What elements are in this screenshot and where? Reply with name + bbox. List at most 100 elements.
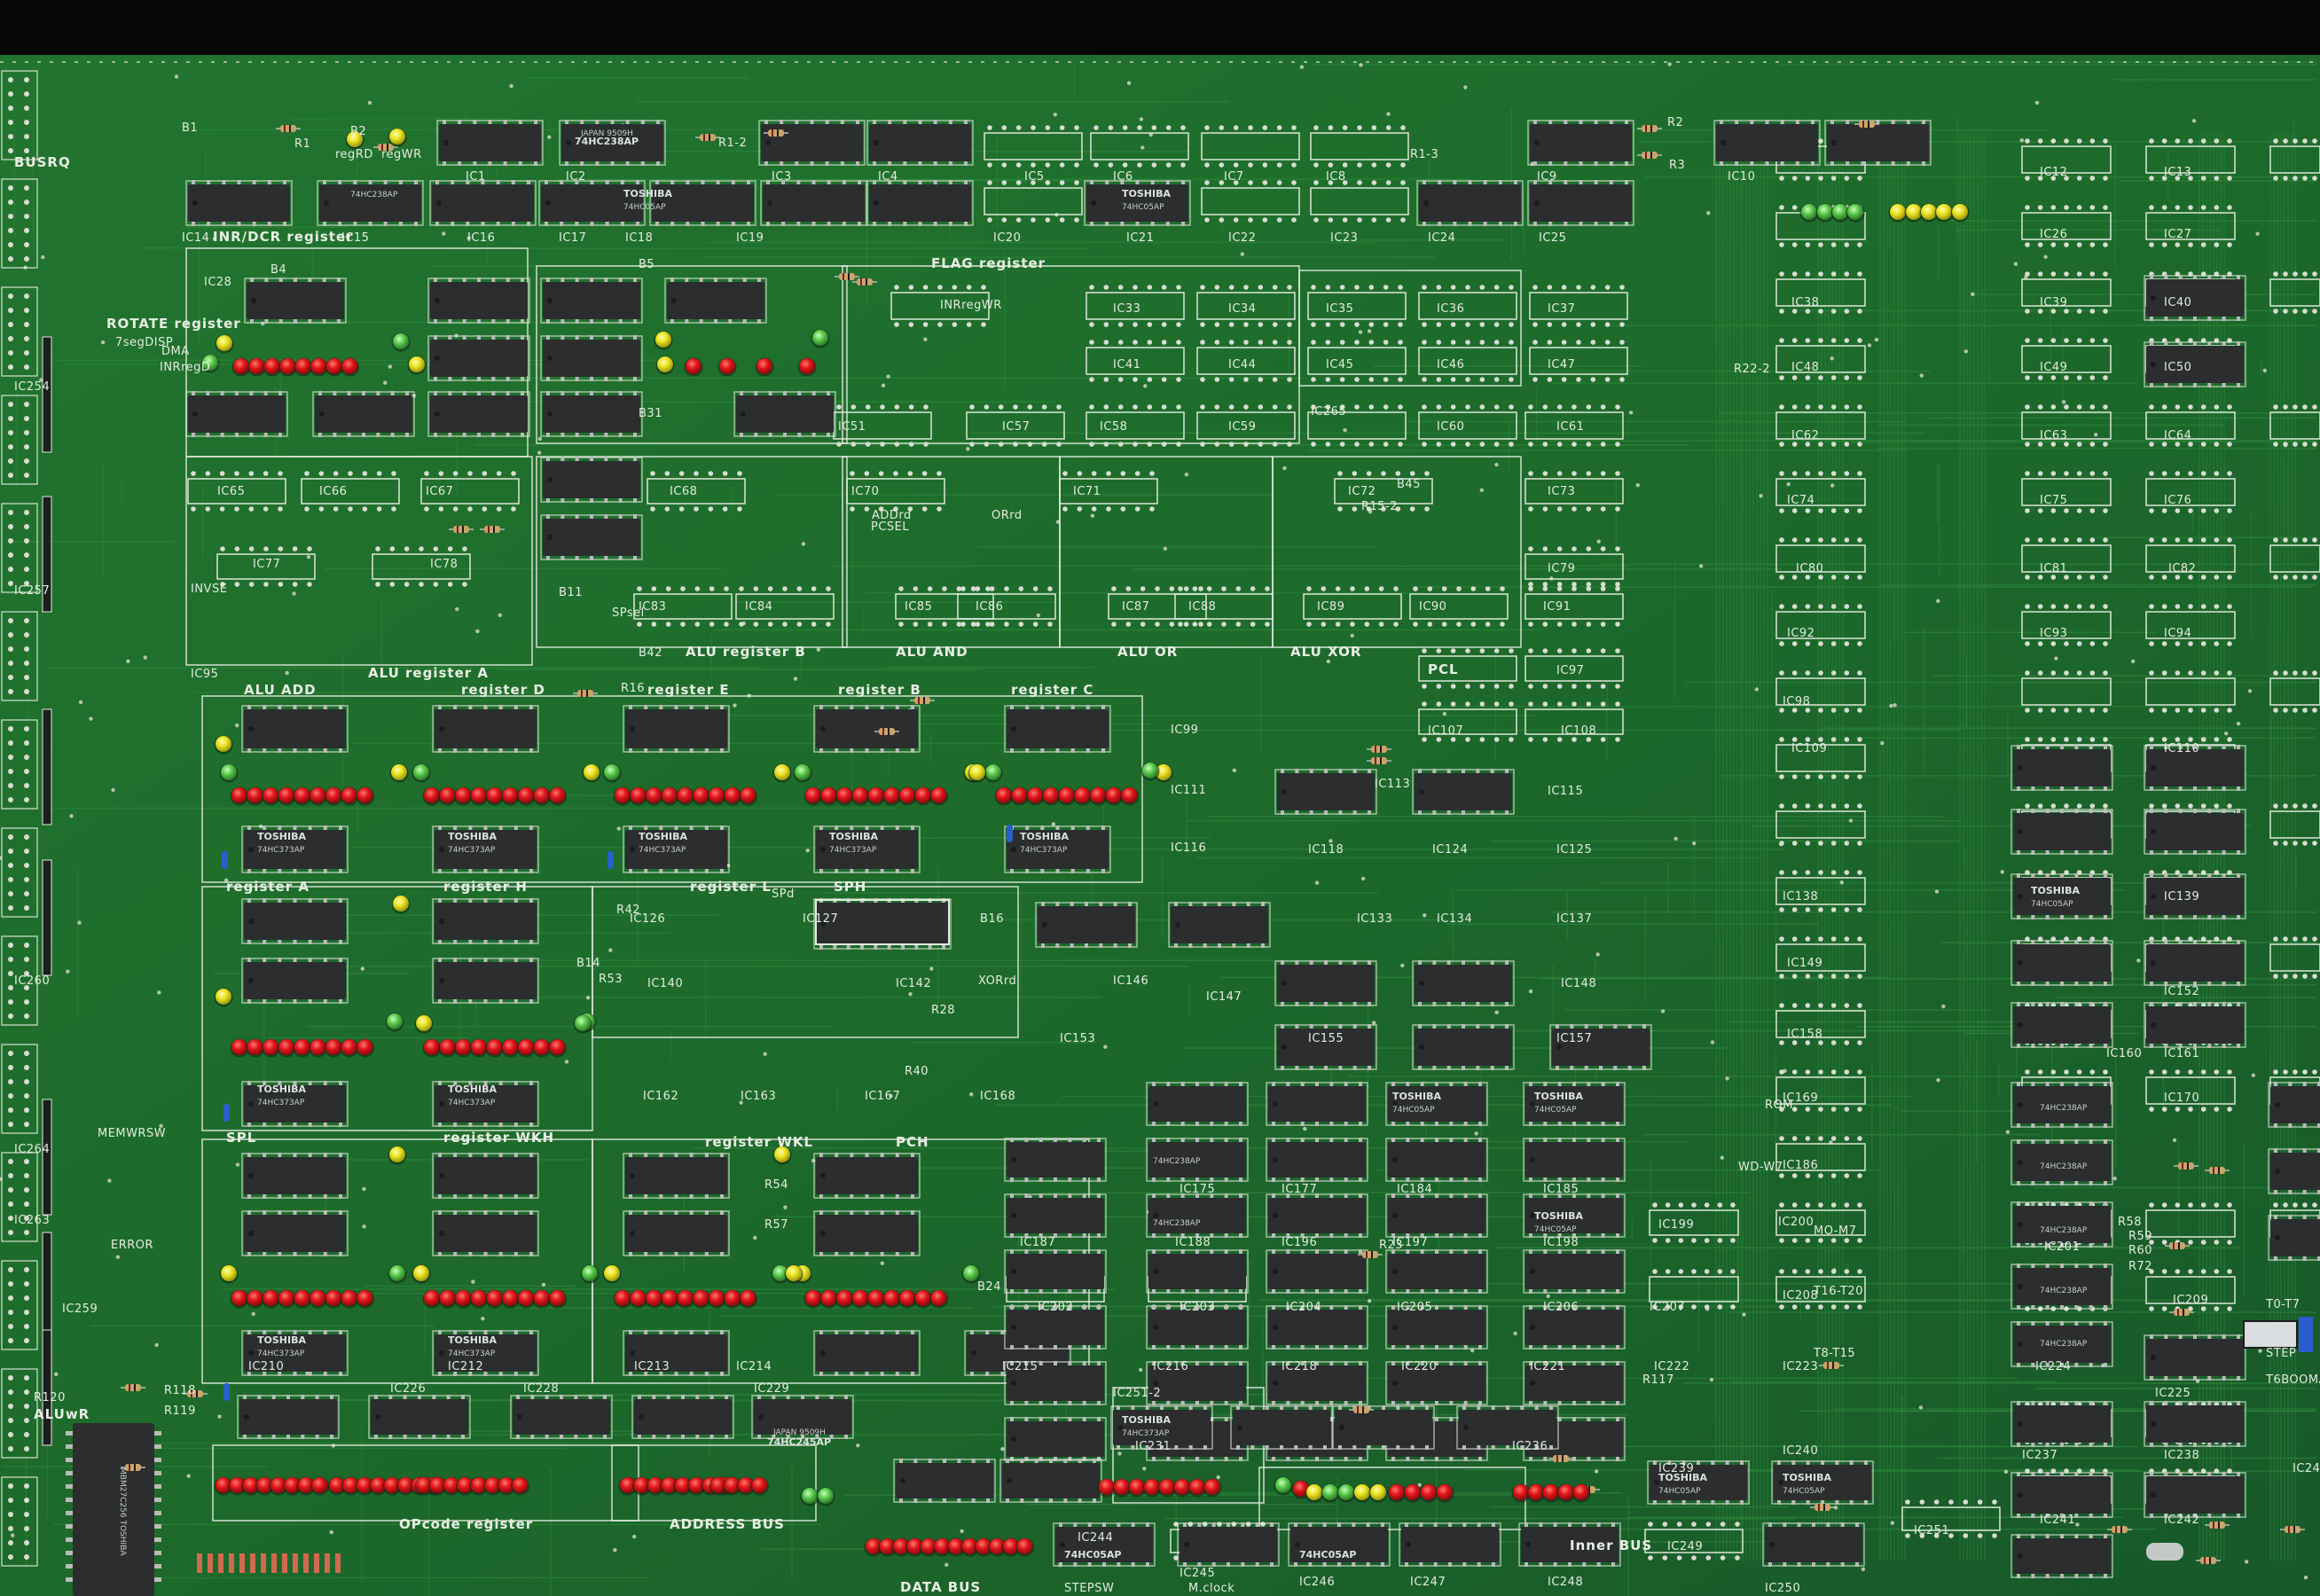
socket-pad — [1735, 1555, 1740, 1561]
via — [856, 1443, 860, 1448]
socket-pad — [1779, 537, 1784, 543]
socket-pad — [2188, 1069, 2193, 1075]
connector-pin — [24, 999, 29, 1005]
socket-pad — [2149, 670, 2154, 676]
via — [69, 814, 74, 818]
socket-pad — [1542, 622, 1548, 627]
socket-pad — [1354, 377, 1360, 382]
connector-pin — [24, 1201, 29, 1207]
connector-pin — [8, 783, 13, 788]
socket-pad — [1509, 701, 1514, 707]
socket-pad — [1542, 737, 1548, 742]
socket-pad — [1335, 586, 1341, 591]
socket-pad — [2161, 205, 2167, 210]
socket-pad — [1357, 162, 1362, 168]
socket-pad — [650, 506, 655, 512]
chip-notch — [765, 140, 771, 145]
socket-pad — [1509, 340, 1514, 345]
socket-pad — [1214, 285, 1220, 290]
socket-pad — [1791, 870, 1798, 875]
socket-pad — [1393, 622, 1399, 627]
socket-pad — [975, 622, 981, 627]
socket-pad — [1571, 648, 1577, 653]
chip-notch — [1011, 1213, 1016, 1218]
via — [1596, 539, 1601, 544]
ic-chip — [2146, 1339, 2244, 1376]
socket-pad — [1791, 774, 1798, 779]
socket-pad — [2064, 737, 2069, 742]
socket-pad — [2312, 974, 2317, 979]
socket-pad — [2089, 338, 2096, 343]
socket-pad — [2293, 176, 2298, 181]
connector-pin — [24, 849, 29, 854]
via — [292, 591, 296, 596]
socket-pad — [2175, 670, 2181, 676]
socket-pad — [2293, 138, 2298, 144]
socket-pad — [2200, 1202, 2206, 1208]
via — [1036, 613, 1041, 618]
socket-pad — [1204, 180, 1210, 185]
ic-chip — [1007, 1198, 1104, 1233]
socket-pad — [2293, 271, 2298, 277]
chip-notch — [630, 847, 635, 852]
socket-pad — [1047, 586, 1053, 591]
ic-chip — [543, 340, 640, 377]
socket-pad — [2025, 205, 2030, 210]
socket-pad — [1604, 322, 1611, 327]
via — [1546, 1294, 1550, 1299]
socket-pad — [2214, 604, 2220, 609]
socket-pad — [1691, 1304, 1697, 1310]
socket-pad — [1791, 1202, 1798, 1208]
socket-pad — [2200, 176, 2206, 181]
socket-pad — [2161, 508, 2167, 513]
socket-pad — [2312, 138, 2317, 144]
socket-pad — [1844, 309, 1850, 314]
socket-pad — [1805, 242, 1811, 247]
connector-pin — [8, 661, 13, 666]
socket-pad — [1665, 1269, 1671, 1274]
socket-pad — [1691, 1269, 1697, 1274]
socket-pad — [1830, 271, 1837, 277]
socket-pad — [1805, 604, 1811, 609]
socket-pad — [1528, 546, 1533, 552]
via — [1140, 145, 1145, 150]
socket-pad — [2312, 803, 2317, 809]
connector-pin — [24, 1498, 29, 1503]
socket-pad — [1276, 125, 1282, 130]
socket-pad — [1479, 684, 1485, 689]
connector-pin — [8, 293, 13, 299]
socket-pad — [1818, 442, 1823, 447]
socket-pad — [1791, 737, 1798, 742]
socket-pad — [1117, 377, 1124, 382]
socket-pad — [987, 180, 992, 185]
socket-pad — [2214, 442, 2220, 447]
socket-pad — [826, 586, 831, 591]
socket-pad — [1542, 684, 1548, 689]
connector-pin — [8, 214, 13, 219]
ic-chip — [513, 1399, 610, 1435]
socket-pad — [318, 506, 325, 512]
socket-pad — [2214, 242, 2220, 247]
socket-pad — [1180, 162, 1186, 168]
socket-pad — [1089, 322, 1094, 327]
socket-pad — [1103, 442, 1109, 447]
socket-pad — [304, 506, 310, 512]
socket-pad — [2103, 271, 2108, 277]
socket-pad — [1779, 442, 1784, 447]
socket-pad — [1528, 586, 1533, 591]
socket-pad — [894, 322, 899, 327]
socket-pad — [375, 582, 380, 587]
socket-pad — [1615, 404, 1620, 410]
socket-pad — [1992, 1499, 1997, 1505]
socket-pad — [1260, 1522, 1266, 1527]
socket-pad — [2161, 537, 2167, 543]
socket-pad — [1217, 1522, 1222, 1527]
socket-pad — [1133, 404, 1138, 410]
socket-pad — [1576, 340, 1581, 345]
socket-pad — [1830, 1269, 1837, 1274]
socket-pad — [1556, 737, 1563, 742]
socket-pad — [2273, 537, 2278, 543]
socket-pad — [2037, 338, 2043, 343]
ic-chip — [816, 709, 918, 748]
socket-pad — [1805, 870, 1811, 875]
